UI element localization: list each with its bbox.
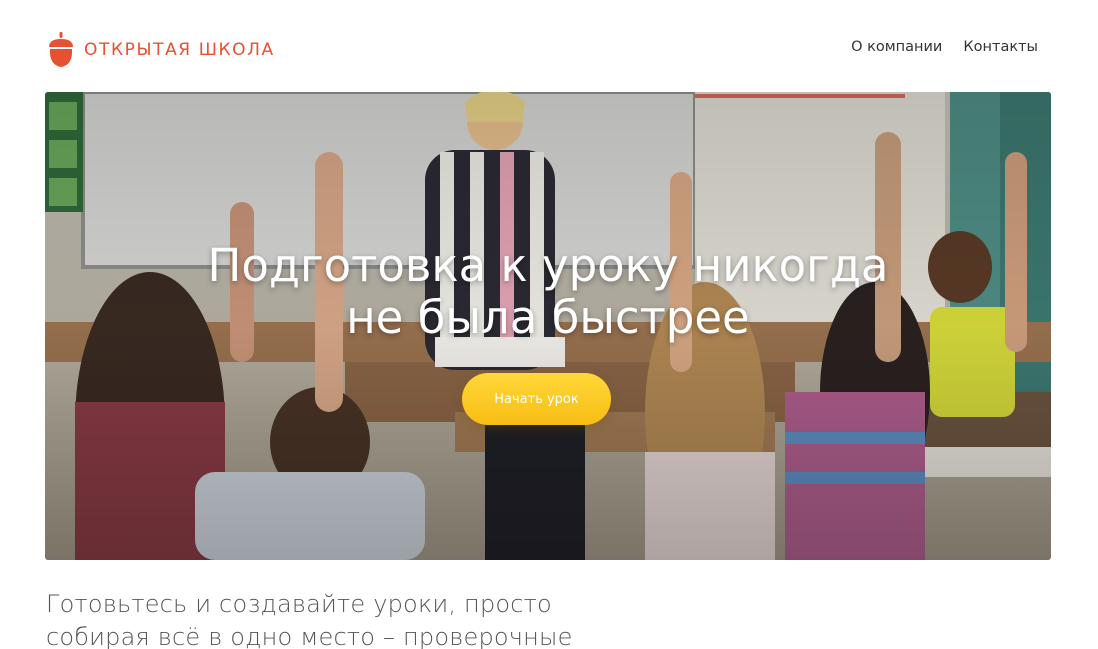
nav-link-contacts[interactable]: Контакты: [963, 37, 1038, 57]
top-nav: О компании Контакты: [851, 37, 1038, 57]
hero-title-line-2: не была быстрее: [346, 291, 750, 344]
site-header: ОТКРЫТАЯ ШКОЛА О компании Контакты: [0, 0, 1098, 92]
brand-name: ОТКРЫТАЯ ШКОЛА: [84, 40, 275, 60]
intro-line-2: собирая всё в одно место – проверочные: [46, 623, 573, 649]
hero-title-line-1: Подготовка к уроку никогда: [207, 239, 889, 292]
hero-title: Подготовка к уроку никогда не была быстр…: [45, 240, 1051, 344]
intro-line-1: Готовьтесь и создавайте уроки, просто: [46, 590, 552, 618]
start-lesson-button[interactable]: Начать урок: [462, 373, 611, 425]
brand-logo[interactable]: ОТКРЫТАЯ ШКОЛА: [46, 31, 275, 69]
acorn-icon: [49, 32, 73, 67]
nav-link-about[interactable]: О компании: [851, 37, 942, 57]
intro-text: Готовьтесь и создавайте уроки, просто со…: [46, 588, 666, 649]
hero-banner: Подготовка к уроку никогда не была быстр…: [45, 92, 1051, 560]
